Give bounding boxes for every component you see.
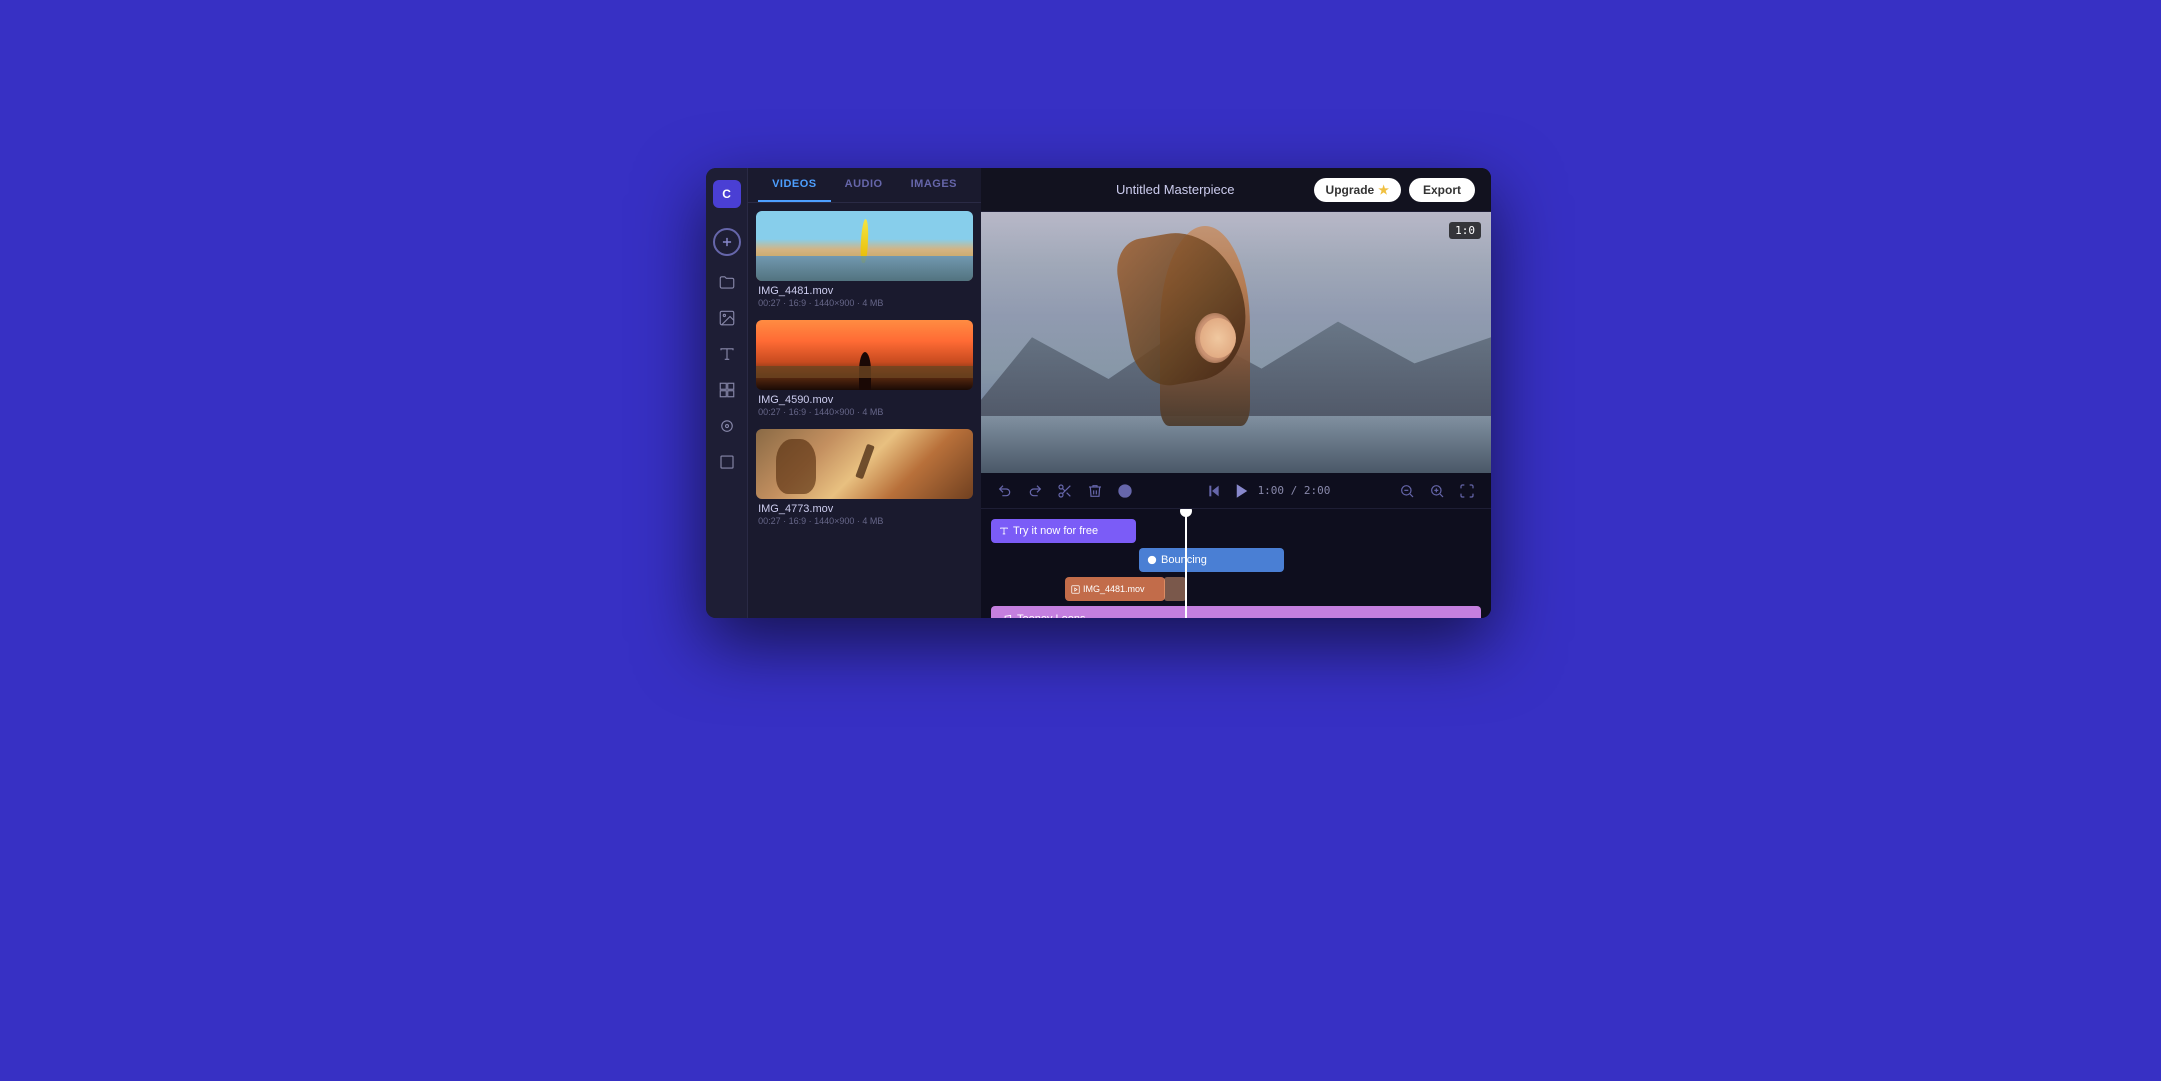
timecode-badge: 1:0 [1449,222,1481,239]
track-bouncing: Bouncing [991,547,1481,573]
editor-header: Untitled Masterpiece Upgrade ★ Export [981,168,1491,212]
media-thumbnail [756,429,973,499]
timeline-toolbar: 1:00 / 2:00 [981,473,1491,509]
app-window: C [706,168,1491,618]
cut-button[interactable] [1053,479,1077,503]
list-item[interactable]: IMG_4773.mov 00:27 · 16:9 · 1440×900 · 4… [756,429,973,530]
sidebar-item-image[interactable] [711,302,743,334]
editor-title: Untitled Masterpiece [1116,182,1235,197]
video-clip-label: IMG_4481.mov [1083,584,1145,594]
timeline-tracks: Try it now for free Bouncing IMG_4481.mo… [981,509,1491,618]
sidebar: C [706,168,748,618]
sidebar-item-text[interactable] [711,338,743,370]
media-info: IMG_4773.mov 00:27 · 16:9 · 1440×900 · 4… [756,499,973,530]
video-clip[interactable]: IMG_4481.mov [1065,577,1165,601]
audio-track-clip[interactable]: Tooney Loons [991,606,1481,618]
redo-button[interactable] [1023,479,1047,503]
sidebar-item-folder[interactable] [711,266,743,298]
upgrade-button[interactable]: Upgrade ★ [1314,178,1401,202]
media-list: IMG_4481.mov 00:27 · 16:9 · 1440×900 · 4… [748,203,981,618]
media-tabs: VIDEOS AUDIO IMAGES [748,168,981,203]
sidebar-item-shape[interactable] [711,446,743,478]
media-panel: VIDEOS AUDIO IMAGES IMG_4481.mov 00: [748,168,981,618]
bouncing-track-clip[interactable]: Bouncing [1139,548,1284,572]
timeline-area: 1:00 / 2:00 [981,473,1491,618]
sidebar-item-layout[interactable] [711,374,743,406]
media-meta: 00:27 · 16:9 · 1440×900 · 4 MB [758,516,971,526]
media-thumbnail [756,320,973,390]
playhead[interactable] [1185,509,1187,618]
logo-text: C [722,187,731,201]
list-item[interactable]: IMG_4481.mov 00:27 · 16:9 · 1440×900 · 4… [756,211,973,312]
audio-track-label: Tooney Loons [1017,613,1086,618]
timeline-tools-right [1395,479,1479,503]
tab-images[interactable]: IMAGES [897,168,971,202]
fullscreen-button[interactable] [1455,479,1479,503]
timecode-display: 1:00 / 2:00 [1258,484,1331,497]
zoom-in-button[interactable] [1425,479,1449,503]
track-video-clip: IMG_4481.mov [991,576,1481,602]
media-thumbnail [756,211,973,281]
playback-controls: 1:00 / 2:00 [1202,479,1331,503]
list-item[interactable]: IMG_4590.mov 00:27 · 16:9 · 1440×900 · 4… [756,320,973,421]
delete-button[interactable] [1083,479,1107,503]
media-info: IMG_4481.mov 00:27 · 16:9 · 1440×900 · 4… [756,281,973,312]
tab-videos[interactable]: VIDEOS [758,168,831,202]
timeline-tools-left [993,479,1137,503]
track-audio: Tooney Loons [991,605,1481,618]
play-button[interactable] [1230,479,1254,503]
export-button[interactable]: Export [1409,178,1475,202]
app-logo[interactable]: C [713,180,741,208]
tab-audio[interactable]: AUDIO [831,168,897,202]
undo-button[interactable] [993,479,1017,503]
sidebar-item-camera[interactable] [711,410,743,442]
video-preview: 1:0 [981,212,1491,473]
media-meta: 00:27 · 16:9 · 1440×900 · 4 MB [758,407,971,417]
text-track-clip[interactable]: Try it now for free [991,519,1136,543]
media-filename: IMG_4481.mov [758,285,971,297]
header-actions: Upgrade ★ Export [1314,178,1475,202]
media-info: IMG_4590.mov 00:27 · 16:9 · 1440×900 · 4… [756,390,973,421]
zoom-out-button[interactable] [1395,479,1419,503]
editor-panel: Untitled Masterpiece Upgrade ★ Export [981,168,1491,618]
media-meta: 00:27 · 16:9 · 1440×900 · 4 MB [758,298,971,308]
media-filename: IMG_4773.mov [758,503,971,515]
video-clip-extension [1164,577,1186,601]
comment-button[interactable] [1113,479,1137,503]
export-label: Export [1423,183,1461,197]
skip-back-button[interactable] [1202,479,1226,503]
track-text: Try it now for free [991,518,1481,544]
star-icon: ★ [1378,183,1389,197]
upgrade-label: Upgrade [1326,183,1375,197]
bouncing-track-label: Bouncing [1161,554,1207,566]
text-track-label: Try it now for free [1013,525,1098,537]
media-filename: IMG_4590.mov [758,394,971,406]
add-button[interactable] [713,228,741,256]
